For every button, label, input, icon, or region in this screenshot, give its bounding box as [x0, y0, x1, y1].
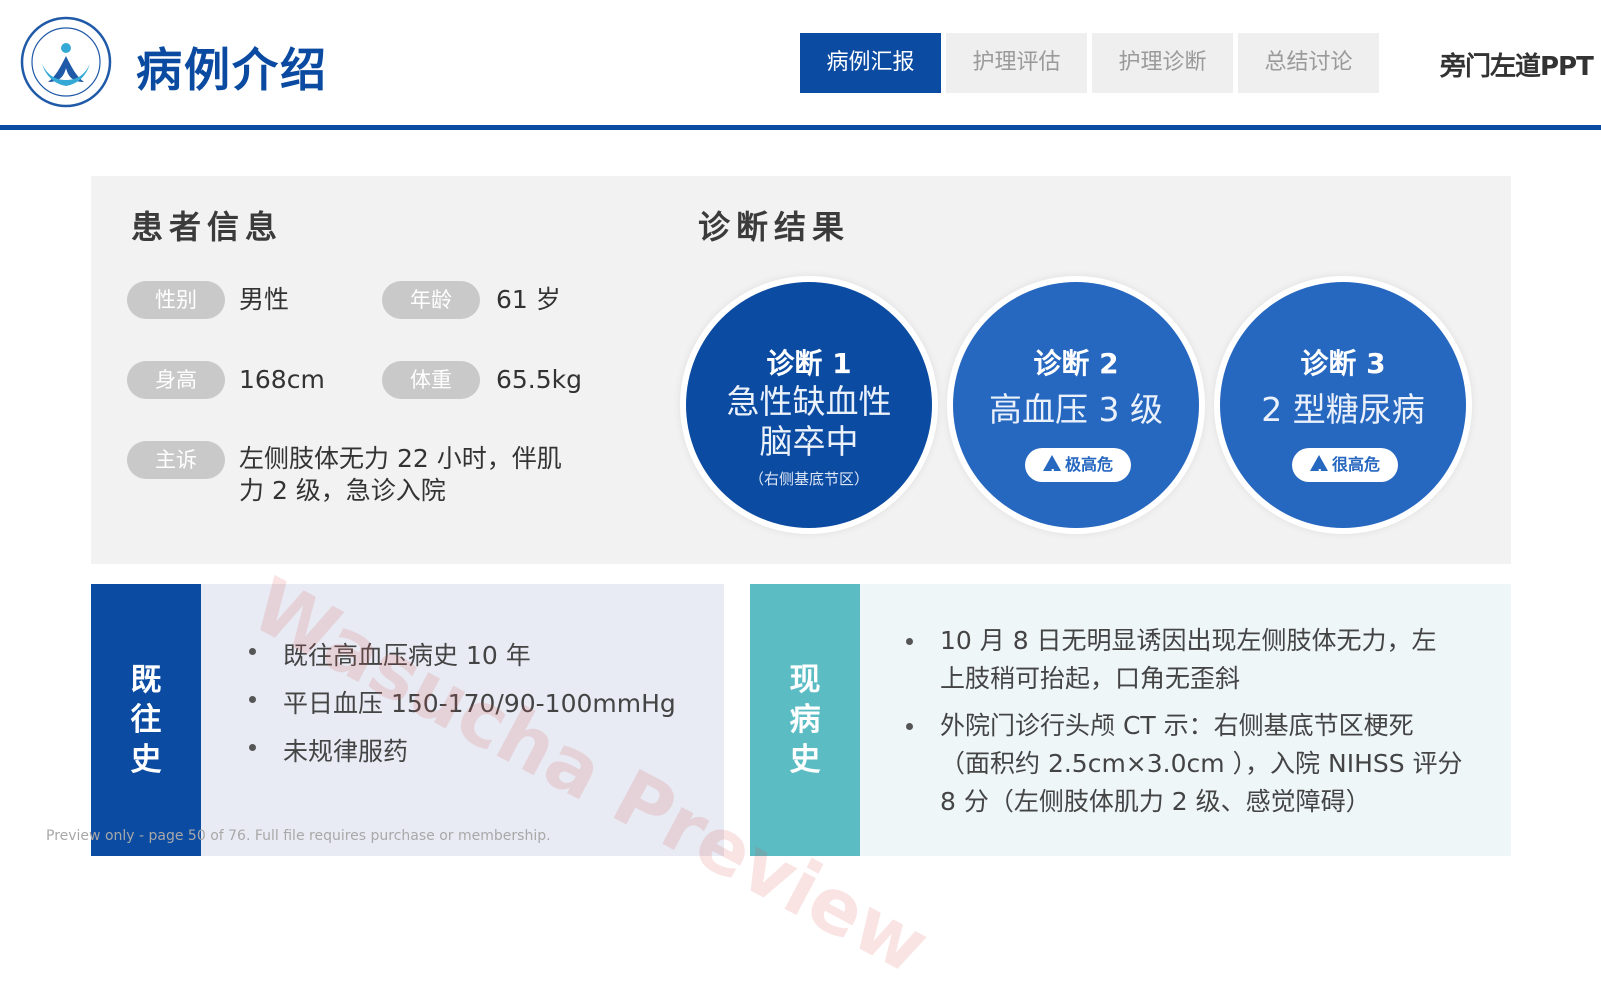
tab-nursing-assessment[interactable]: 护理评估 — [946, 33, 1087, 93]
page-title: 病例介绍 — [136, 43, 328, 97]
list-item: 外院门诊行头颅 CT 示：右侧基底节区梗死 （面积约 2.5cm×3.0cm ）… — [904, 707, 1463, 821]
complaint-value-line2: 力 2 级，急诊入院 — [239, 476, 446, 505]
diagnosis-2-heading: 诊断 2 — [1033, 347, 1119, 380]
nav-tabs: 病例汇报 护理评估 护理诊断 总结讨论 — [800, 33, 1379, 93]
present-history-char-3: 史 — [789, 742, 821, 778]
list-item: 10 月 8 日无明显诱因出现左侧肢体无力，左 上肢稍可抬起，口角无歪斜 — [904, 622, 1463, 698]
gender-label: 性别 — [127, 281, 225, 319]
present-history-char-2: 病 — [789, 702, 821, 738]
present-history-list: 10 月 8 日无明显诱因出现左侧肢体无力，左 上肢稍可抬起，口角无歪斜 外院门… — [904, 622, 1463, 821]
info-panel: 患者信息 性别 男性 年龄 61 岁 身高 168cm 体重 65.5kg 主诉… — [91, 176, 1511, 564]
diagnosis-1-note: （右侧基底节区） — [748, 470, 869, 488]
present-history-char-1: 现 — [789, 662, 821, 698]
diagnosis-2-text: 高血压 3 级 — [989, 390, 1163, 429]
present-item-2-line2: （面积约 2.5cm×3.0cm ），入院 NIHSS 评分 — [940, 749, 1463, 778]
diagnosis-circle-2: 诊断 2 高血压 3 级 极高危 — [953, 282, 1199, 528]
age-value: 61 岁 — [496, 285, 561, 314]
risk-badge-3-text: 很高危 — [1331, 455, 1380, 474]
brand-text: 旁门左道PPT — [1440, 52, 1594, 82]
risk-badge-2: 极高危 — [1025, 448, 1131, 491]
diagnosis-3-text: 2 型糖尿病 — [1261, 390, 1425, 429]
patient-info-title: 患者信息 — [131, 208, 284, 246]
diagnosis-1-line2: 脑卒中 — [759, 422, 859, 461]
tab-summary-discussion[interactable]: 总结讨论 — [1238, 33, 1379, 93]
past-history-char-3: 史 — [130, 742, 162, 778]
diagnosis-circle-3: 诊断 3 2 型糖尿病 很高危 — [1220, 282, 1466, 528]
present-item-2-line3: 8 分（左侧肢体肌力 2 级、感觉障碍） — [940, 787, 1371, 816]
header-divider — [0, 125, 1601, 130]
present-item-2-line1: 外院门诊行头颅 CT 示：右侧基底节区梗死 — [940, 711, 1414, 740]
diagnosis-circle-1: 诊断 1 急性缺血性 脑卒中 （右侧基底节区） — [686, 282, 932, 528]
preview-footer-note: Preview only - page 50 of 76. Full file … — [46, 828, 551, 844]
past-history-char-1: 既 — [130, 662, 162, 698]
warning-icon — [1042, 455, 1061, 491]
diagnosis-1-line1: 急性缺血性 — [726, 382, 892, 421]
past-history-char-2: 往 — [130, 702, 162, 738]
height-label: 身高 — [127, 361, 225, 399]
diagnosis-3-heading: 诊断 3 — [1300, 347, 1386, 380]
weight-value: 65.5kg — [496, 365, 583, 394]
present-item-1-line1: 10 月 8 日无明显诱因出现左侧肢体无力，左 — [940, 626, 1437, 655]
complaint-value-line1: 左侧肢体无力 22 小时，伴肌 — [239, 444, 562, 473]
warning-icon — [1309, 455, 1328, 491]
weight-label: 体重 — [382, 361, 480, 399]
past-history-tab: 既 往 史 — [91, 584, 201, 856]
tab-nursing-diagnosis[interactable]: 护理诊断 — [1092, 33, 1233, 93]
risk-badge-3: 很高危 — [1292, 448, 1398, 491]
diagnosis-title: 诊断结果 — [698, 208, 851, 246]
risk-badge-2-text: 极高危 — [1064, 455, 1113, 474]
present-history-panel: 10 月 8 日无明显诱因出现左侧肢体无力，左 上肢稍可抬起，口角无歪斜 外院门… — [860, 584, 1511, 856]
present-item-1-line2: 上肢稍可抬起，口角无歪斜 — [940, 664, 1241, 693]
hospital-logo — [20, 16, 112, 108]
age-label: 年龄 — [382, 281, 480, 319]
tab-case-report[interactable]: 病例汇报 — [800, 33, 941, 93]
complaint-label: 主诉 — [127, 441, 225, 479]
diagnosis-1-heading: 诊断 1 — [766, 347, 852, 380]
gender-value: 男性 — [239, 285, 290, 314]
present-history-tab: 现 病 史 — [750, 584, 860, 856]
height-value: 168cm — [239, 365, 325, 394]
